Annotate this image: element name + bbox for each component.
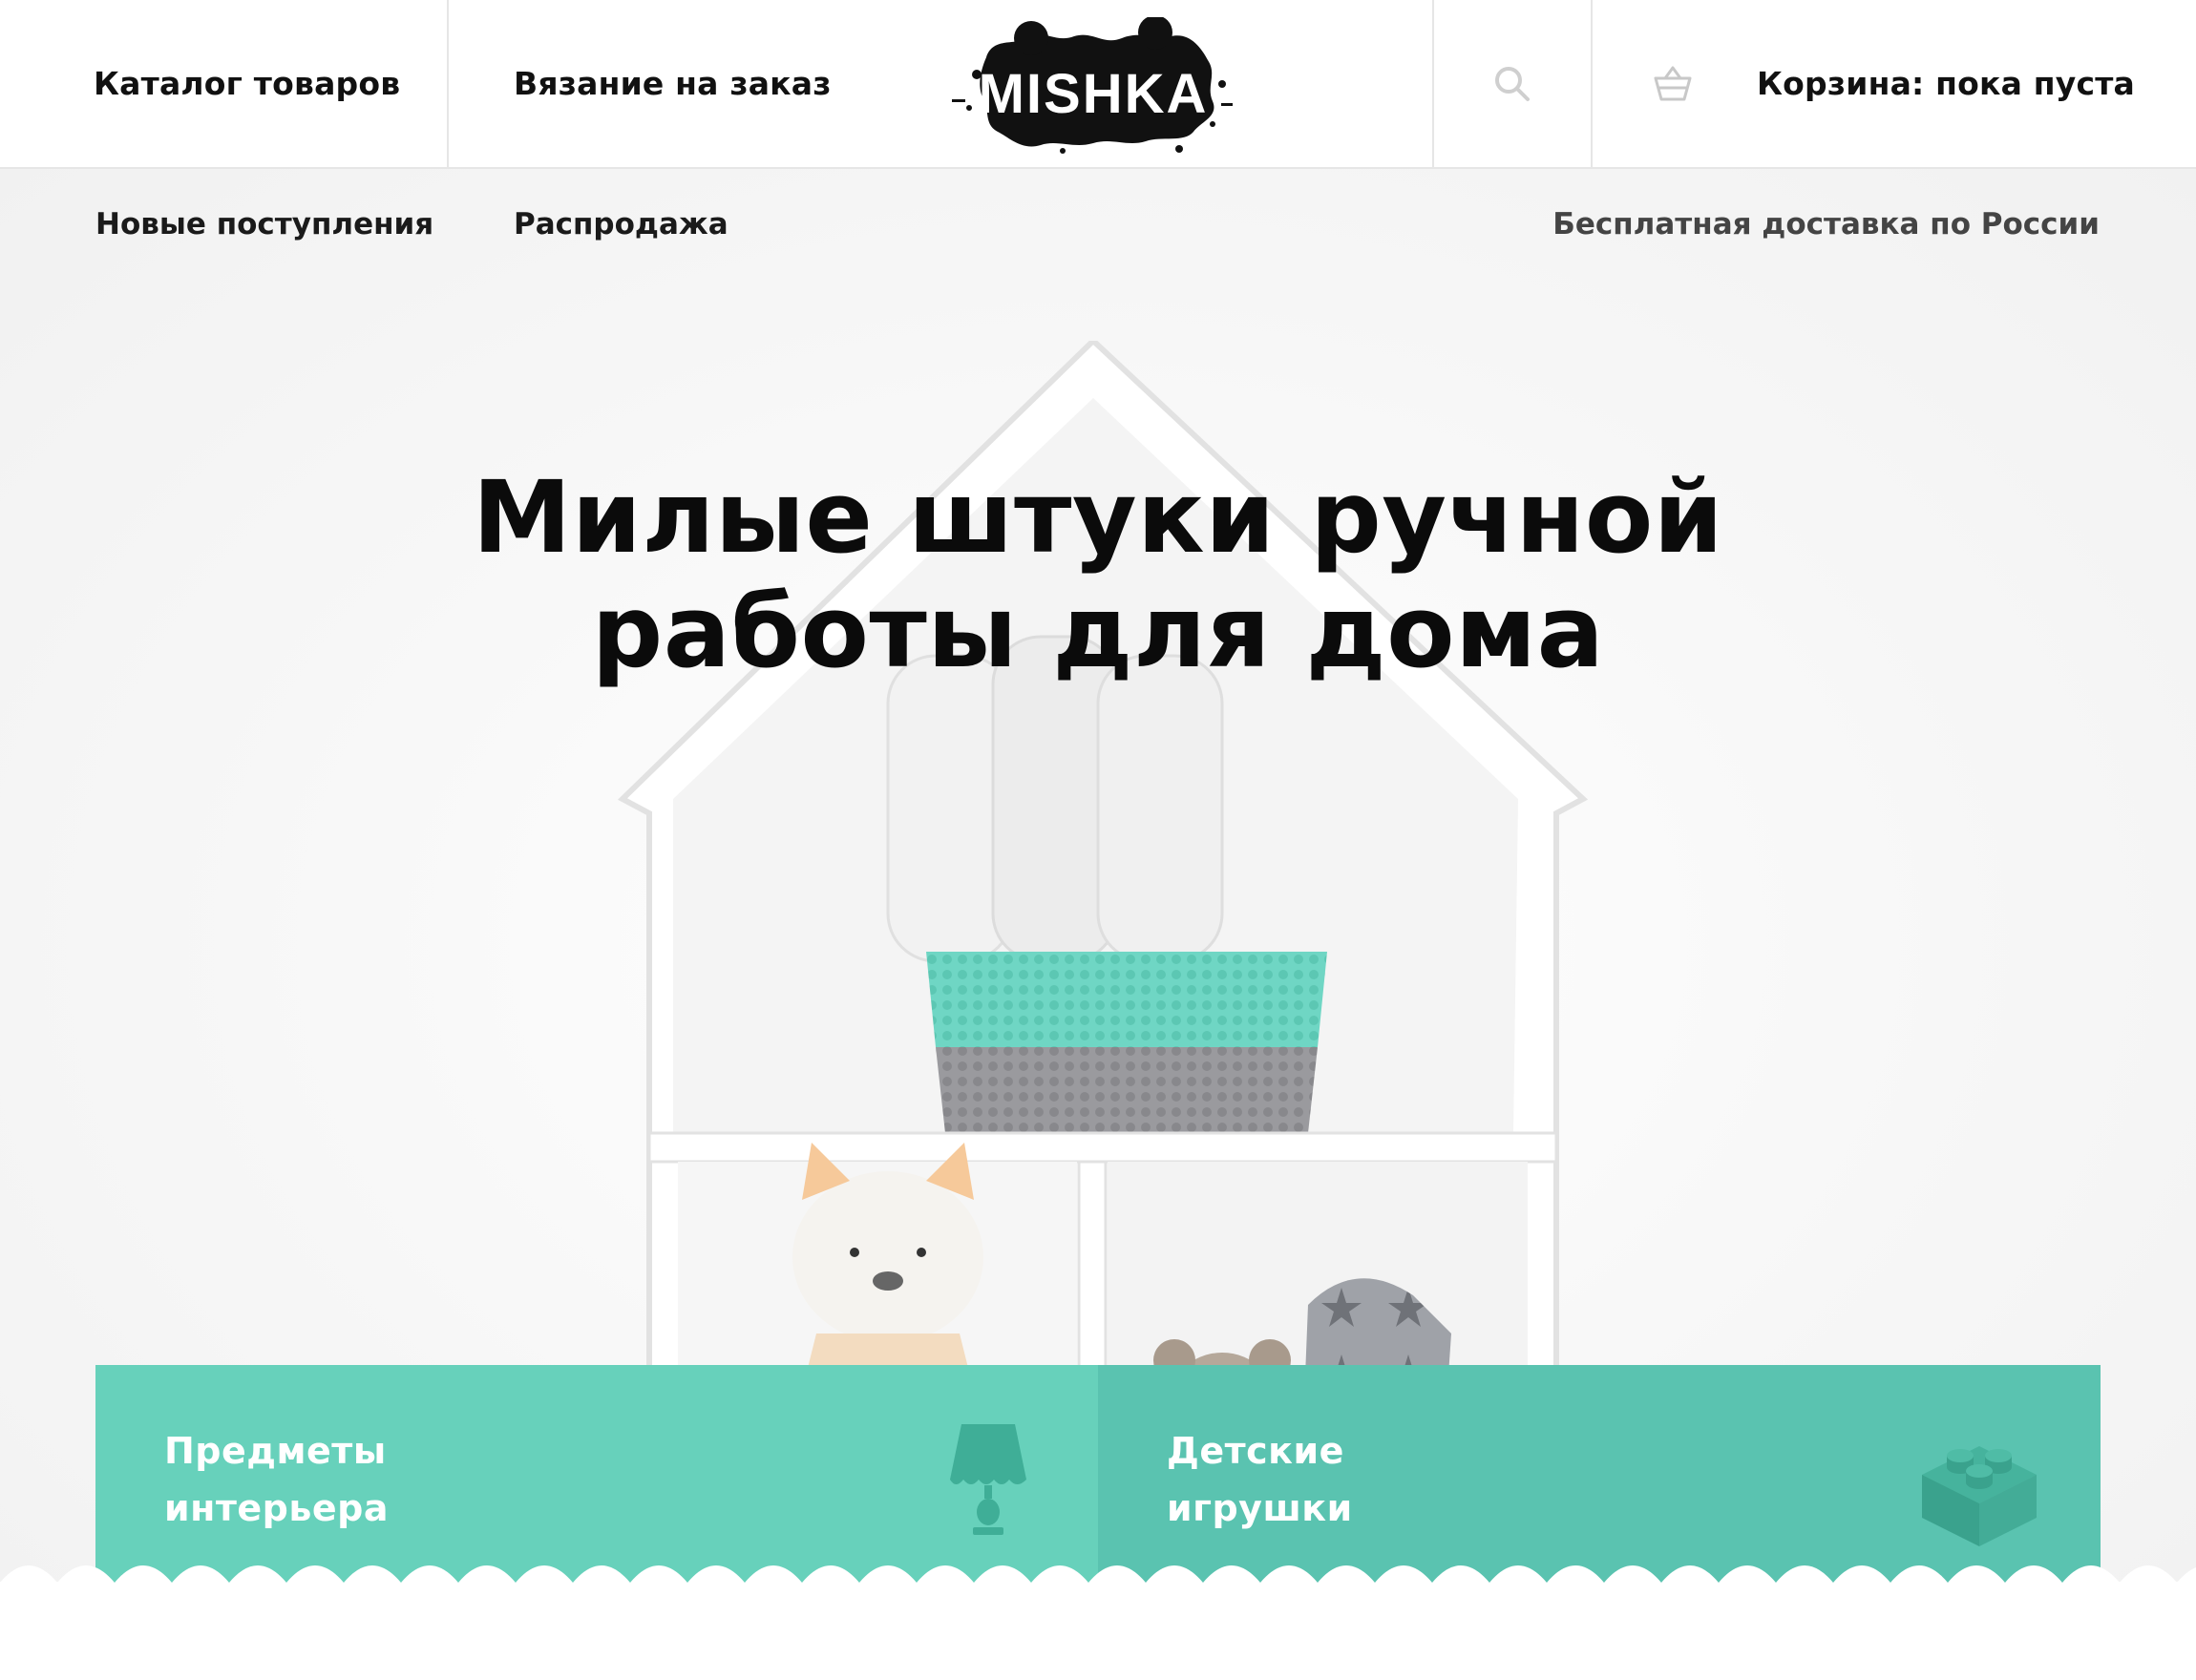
site-header: Каталог товаров Вязание на заказ MISHKA … [0, 0, 2196, 169]
nav-custom-knitting-cell: Вязание на заказ [449, 0, 945, 167]
subnav-sale[interactable]: Распродажа [514, 207, 728, 242]
nav-catalog-cell: Каталог товаров [0, 0, 449, 167]
free-delivery-note: Бесплатная доставка по России [1552, 207, 2100, 242]
hero-title: Милые штуки ручной работы для дома [0, 460, 2196, 689]
basket-icon [1654, 66, 1692, 100]
hero-title-line-1: Милые штуки ручной [472, 459, 1724, 576]
toy-block-icon [1922, 1446, 2037, 1546]
scalloped-edge-divider [0, 1565, 2196, 1680]
hero-title-line-2: работы для дома [591, 574, 1605, 690]
nav-custom-knitting-link[interactable]: Вязание на заказ [514, 65, 832, 102]
nav-catalog-link[interactable]: Каталог товаров [94, 65, 400, 102]
logo-text: MISHKA [979, 63, 1209, 125]
lamp-icon [950, 1424, 1026, 1535]
search-cell [1432, 0, 1593, 167]
search-icon[interactable] [1493, 65, 1531, 103]
cart-status[interactable]: Корзина: пока пуста [1757, 65, 2135, 102]
mishka-logo[interactable]: MISHKA [950, 17, 1236, 156]
subnav-new-arrivals[interactable]: Новые поступления [95, 207, 433, 242]
cart-cell[interactable]: Корзина: пока пуста [1593, 0, 2196, 167]
